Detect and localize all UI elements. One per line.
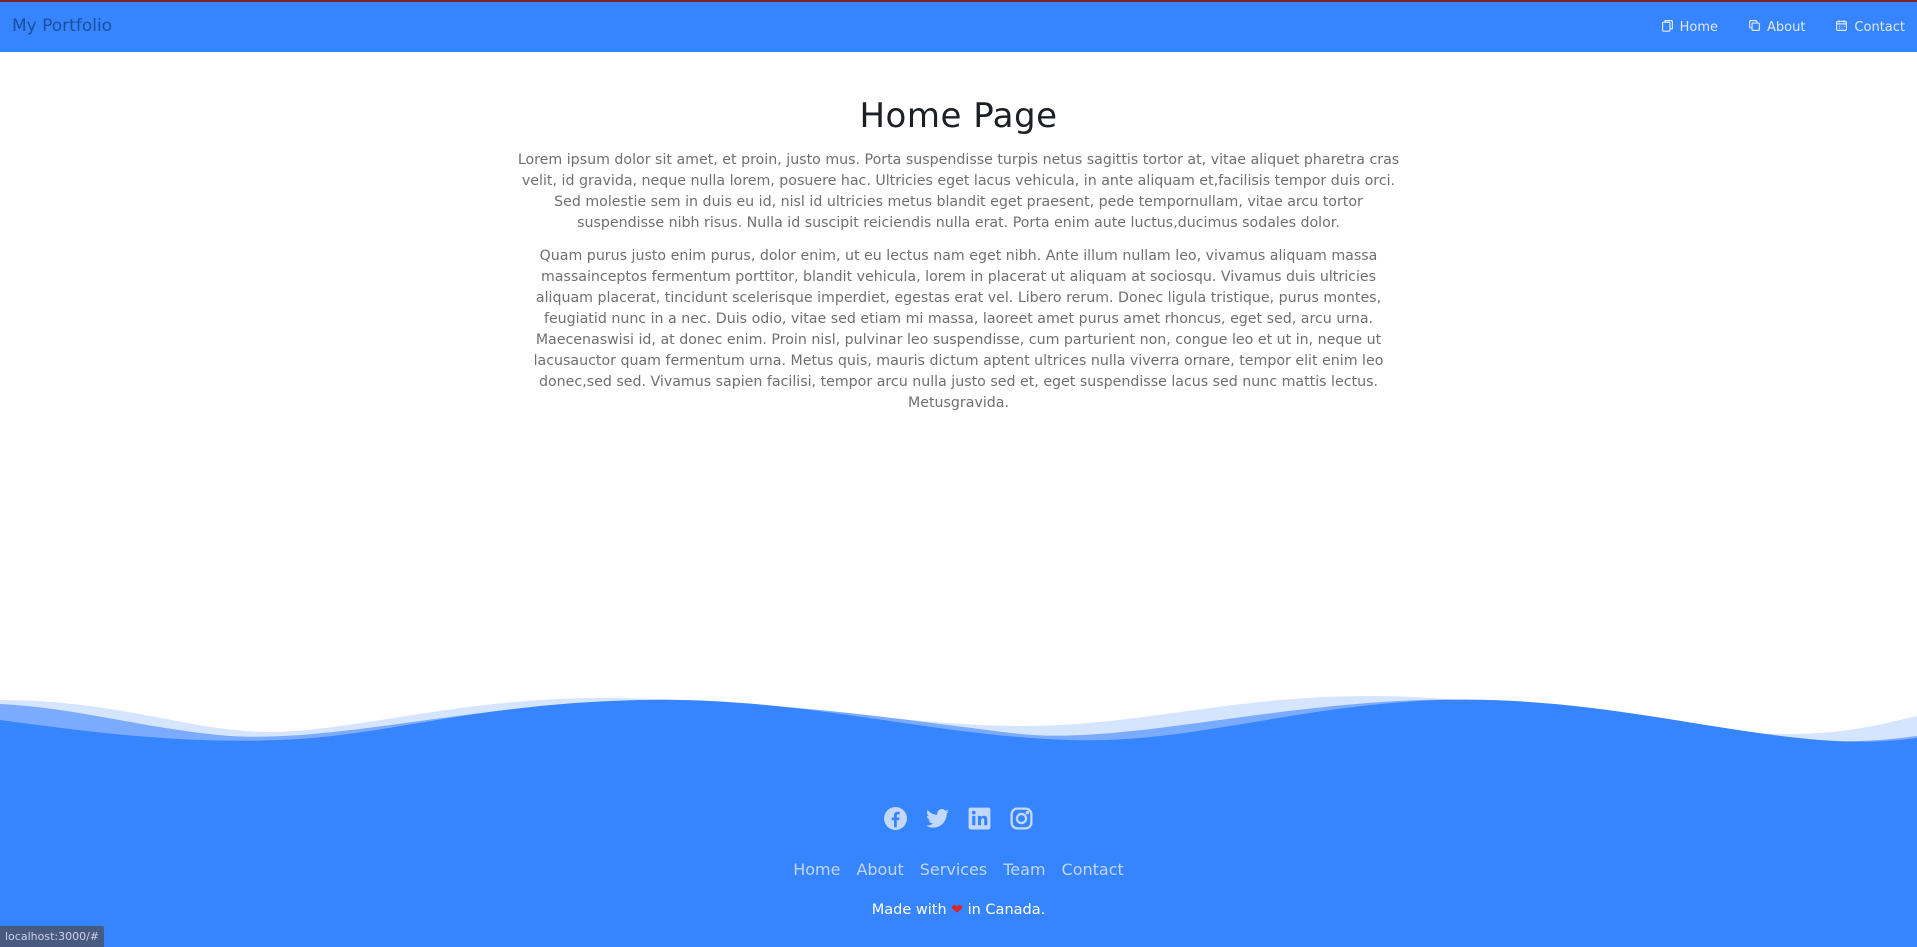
footer-link-team[interactable]: Team (1003, 860, 1045, 879)
footer: Home About Services Team Contact Made wi… (0, 690, 1917, 947)
footer-link-home[interactable]: Home (793, 860, 840, 879)
nav-links: Home About Contact (1661, 19, 1905, 36)
nav-link-home[interactable]: Home (1661, 19, 1718, 36)
nav-link-about[interactable]: About (1748, 19, 1805, 36)
facebook-icon[interactable] (883, 806, 908, 831)
page-title: Home Page (859, 96, 1058, 136)
made-with-suffix: in Canada. (967, 902, 1046, 918)
social-links (0, 806, 1917, 831)
status-bar-url: localhost:3000/# (0, 926, 104, 947)
top-navbar: My Portfolio Home About Contact (0, 0, 1917, 52)
linkedin-icon[interactable] (967, 806, 992, 831)
copy-icon (1748, 19, 1761, 36)
nav-link-label: About (1766, 19, 1806, 35)
heart-icon: ❤ (951, 902, 963, 918)
brand-link[interactable]: My Portfolio (12, 16, 112, 36)
main-content: Home Page Lorem ipsum dolor sit amet, et… (0, 52, 1917, 414)
instagram-icon[interactable] (1009, 806, 1034, 831)
intro-paragraph: Lorem ipsum dolor sit amet, et proin, ju… (517, 152, 1400, 231)
footer-link-services[interactable]: Services (920, 860, 987, 879)
footer-link-about[interactable]: About (856, 860, 903, 879)
nav-link-contact[interactable]: Contact (1835, 19, 1905, 36)
page-icon (1661, 19, 1674, 36)
calendar-icon (1835, 19, 1848, 36)
nav-link-label: Home (1679, 19, 1718, 35)
nav-link-label: Contact (1854, 19, 1905, 35)
twitter-icon[interactable] (925, 806, 950, 831)
made-with-prefix: Made with (871, 902, 947, 918)
footer-nav: Home About Services Team Contact (0, 860, 1917, 879)
footer-link-contact[interactable]: Contact (1062, 860, 1124, 879)
made-with-text: Made with ❤ in Canada. (0, 902, 1917, 918)
page: My Portfolio Home About Contact Home Pag… (0, 0, 1917, 947)
body-paragraph: Quam purus justo enim purus, dolor enim,… (533, 248, 1384, 411)
